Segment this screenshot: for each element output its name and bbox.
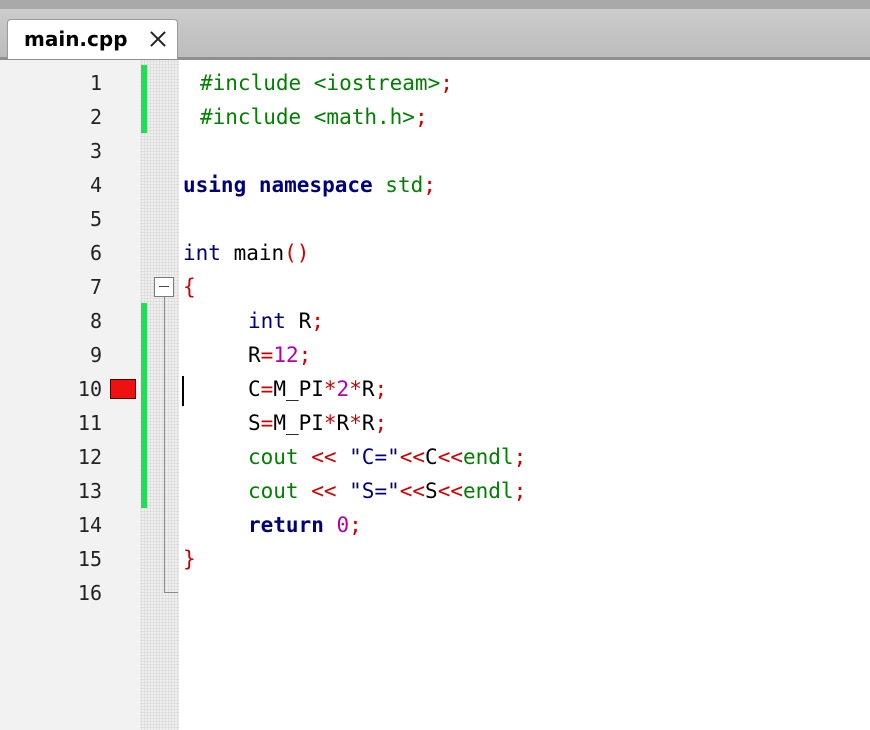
code-editor[interactable]: 1 2 3 4 5 6 7 8 9 10 11 12 13 14 15 16 #… [0,60,870,730]
line-number: 9 [89,343,102,367]
code-line: cout << "C="<<C<<endl; [248,445,527,469]
tab-bar-top-strip [0,0,870,9]
text-caret [182,376,184,406]
code-line: int R; [248,309,324,333]
code-line: cout << "S="<<S<<endl; [248,479,527,503]
line-number: 15 [77,547,102,571]
change-marker [141,65,147,133]
line-number: 13 [77,479,102,503]
code-line: using namespace std; [183,173,436,197]
line-number: 4 [89,173,102,197]
code-line: S=M_PI*R*R; [248,411,388,435]
bookmark-marker[interactable] [110,379,136,399]
line-number: 12 [77,445,102,469]
fold-end [164,592,178,593]
line-number: 7 [89,275,102,299]
line-number: 1 [89,71,102,95]
code-line: int main() [183,241,310,265]
code-line: { [183,275,196,299]
line-number: 14 [77,513,102,537]
code-line: return 0; [248,513,362,537]
line-number: 2 [89,105,102,129]
code-line: #include <math.h>; [200,105,428,129]
line-number: 5 [89,207,102,231]
line-number: 16 [77,581,102,605]
line-number: 8 [89,309,102,333]
fold-line [164,297,165,592]
fold-toggle-icon[interactable] [154,277,174,297]
tab-title: main.cpp [24,27,128,51]
code-line: R=12; [248,343,312,367]
line-number: 3 [89,139,102,163]
code-line: #include <iostream>; [200,71,453,95]
code-line: C=M_PI*2*R; [248,377,388,401]
tab-bar: main.cpp [0,0,870,60]
close-icon[interactable] [148,29,168,49]
line-number: 6 [89,241,102,265]
tab-main-cpp[interactable]: main.cpp [7,19,178,59]
line-number: 10 [77,377,102,401]
change-marker [141,303,147,508]
line-number: 11 [77,411,102,435]
code-line: } [183,547,196,571]
